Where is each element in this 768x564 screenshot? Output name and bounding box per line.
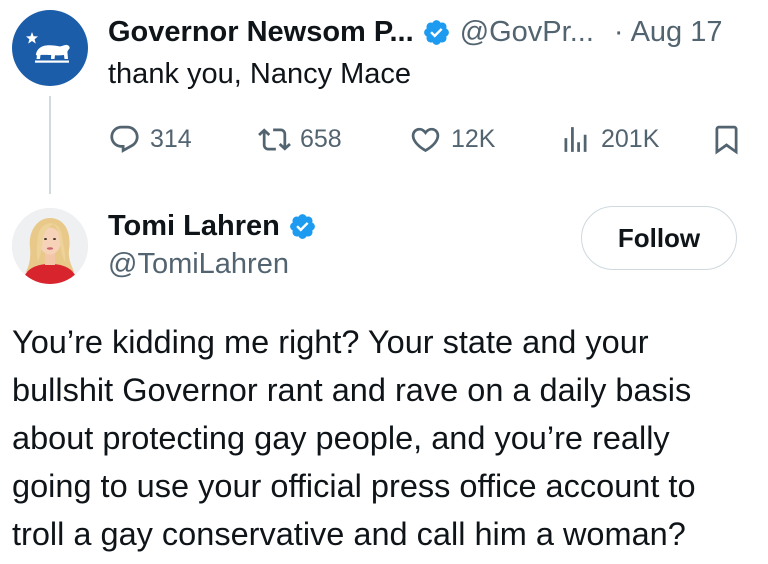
avatar[interactable] <box>12 10 88 86</box>
heart-icon <box>411 127 440 152</box>
california-bear-flag-icon <box>26 32 70 63</box>
tweet-date[interactable]: Aug 17 <box>631 16 723 49</box>
follow-button[interactable]: Follow <box>581 206 737 270</box>
avatar[interactable] <box>12 208 88 284</box>
reply-button[interactable]: 314 <box>108 121 192 157</box>
author-name[interactable]: Governor Newsom P... <box>108 16 414 49</box>
retweet-icon <box>258 127 291 151</box>
tweet2-text: You’re kidding me right? Your state and … <box>12 324 696 552</box>
separator-dot: · <box>613 15 624 48</box>
like-count: 12K <box>451 124 496 153</box>
retweet-button[interactable]: 658 <box>258 121 342 157</box>
views-icon <box>564 126 587 152</box>
tweet1-header: Governor Newsom P... @GovPr... · Aug 17 <box>108 14 722 50</box>
author-handle[interactable]: @GovPr... <box>460 16 594 49</box>
reply-icon <box>110 125 139 153</box>
author-name[interactable]: Tomi Lahren <box>108 210 280 243</box>
tweet1-text: thank you, Nancy Mace <box>108 58 412 90</box>
reply-count: 314 <box>150 124 192 153</box>
like-button[interactable]: 12K <box>409 121 495 157</box>
verified-badge-icon <box>288 212 317 241</box>
author-handle[interactable]: @TomiLahren <box>108 248 289 281</box>
retweet-count: 658 <box>300 124 342 153</box>
thread-connector-line <box>49 96 51 194</box>
bookmark-icon <box>715 125 738 155</box>
views-button[interactable]: 201K <box>559 121 659 157</box>
views-count: 201K <box>601 124 660 153</box>
tweet1-actions: 314 658 12K 201K <box>108 121 740 157</box>
verified-badge-icon <box>422 18 451 47</box>
tweet2-header: Tomi Lahren <box>108 208 317 244</box>
profile-photo-icon <box>12 208 88 284</box>
bookmark-button[interactable] <box>710 121 743 157</box>
